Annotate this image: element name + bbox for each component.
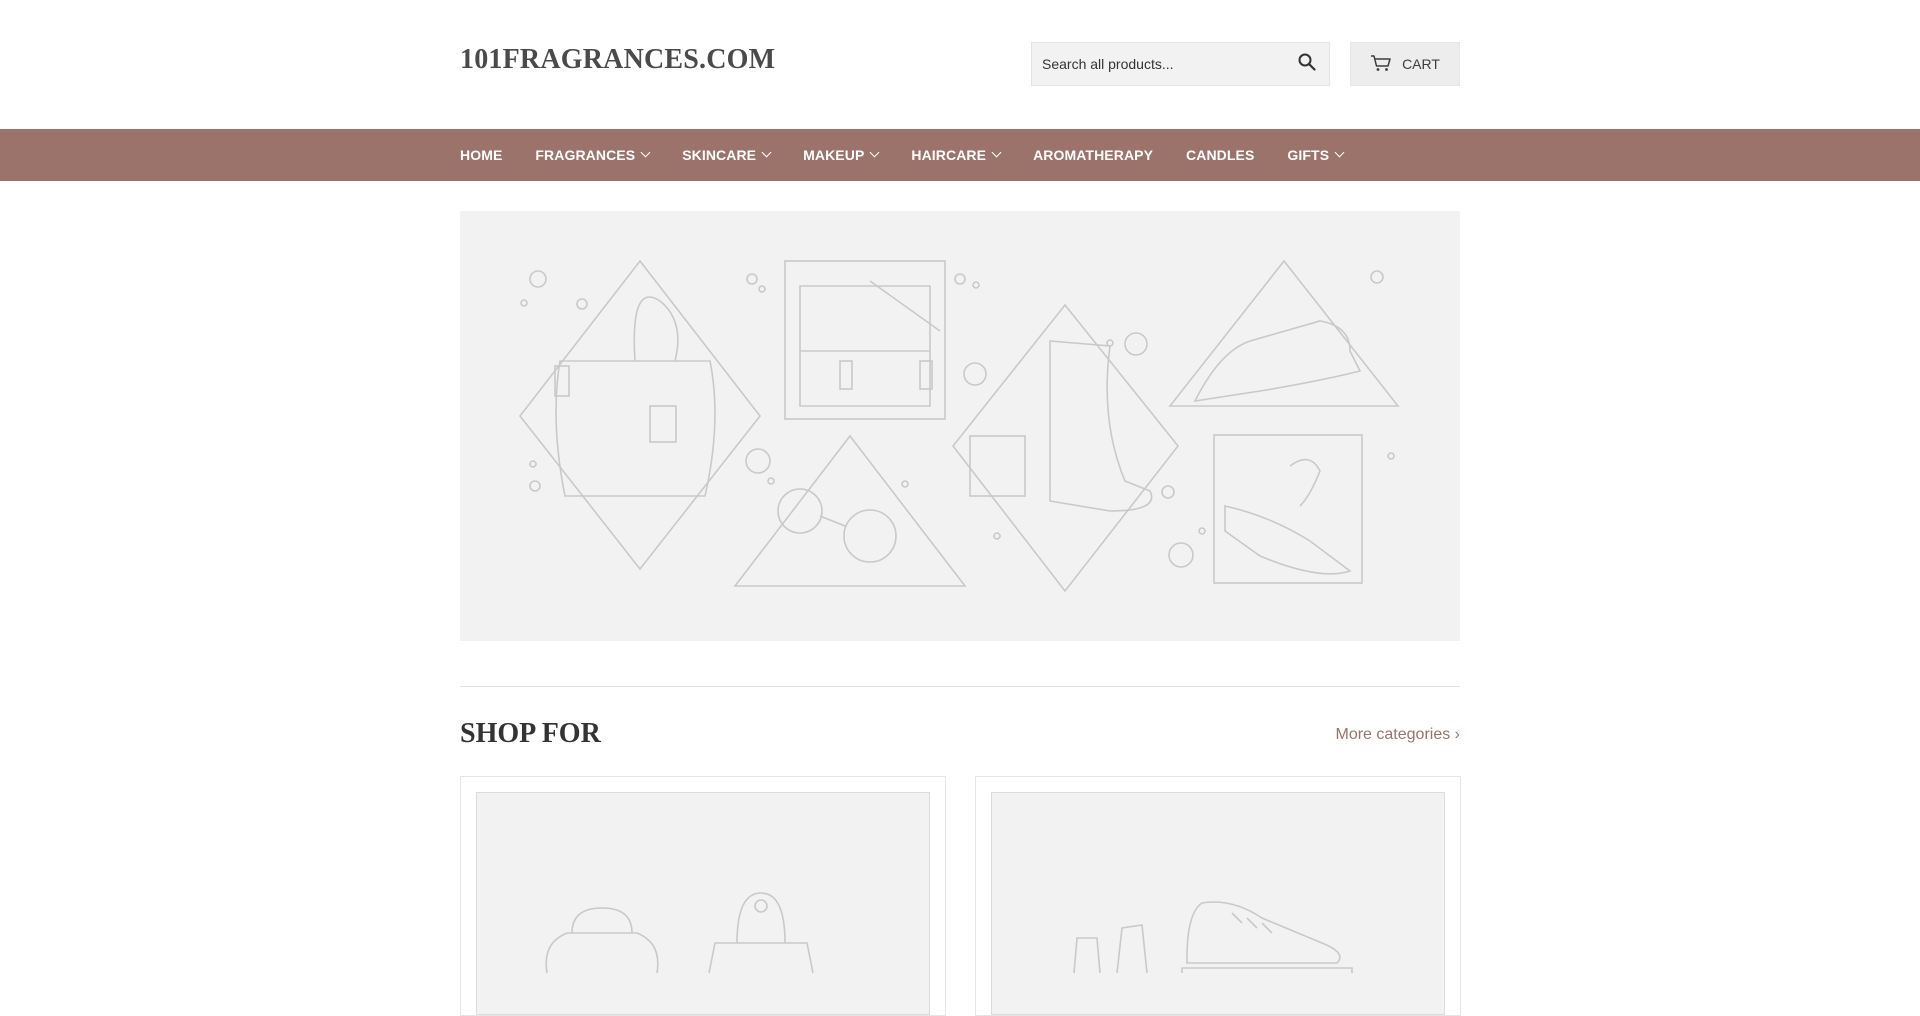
section-title: SHOP FOR — [460, 718, 601, 749]
chevron-down-icon — [991, 147, 1002, 158]
shoes-illustration — [1073, 901, 1353, 974]
nav-item-label: HOME — [460, 147, 503, 163]
search-form — [1031, 42, 1330, 86]
section-divider — [460, 686, 1460, 687]
nav-item-label: MAKEUP — [803, 147, 865, 163]
search-input[interactable] — [1032, 43, 1282, 85]
more-categories-link[interactable]: More categories › — [1336, 726, 1461, 744]
nav-item-label: SKINCARE — [682, 147, 757, 163]
bags-illustration — [545, 892, 814, 974]
category-image-placeholder — [991, 792, 1445, 1015]
nav-item-gifts[interactable]: GIFTS — [1287, 147, 1345, 163]
nav-item-skincare[interactable]: SKINCARE — [682, 147, 772, 163]
search-icon — [1298, 53, 1316, 76]
nav-item-candles[interactable]: CANDLES — [1186, 147, 1254, 163]
site-header: 101FRAGRANCES.COM CART — [0, 0, 1920, 129]
cart-icon — [1370, 54, 1392, 75]
hero-banner-placeholder[interactable] — [460, 211, 1460, 641]
nav-item-label: CANDLES — [1186, 147, 1255, 163]
nav-item-haircare[interactable]: HAIRCARE — [911, 147, 1002, 163]
nav-list: HOME FRAGRANCES SKINCARE MAKEUP HAIRCARE… — [460, 129, 1376, 181]
nav-item-label: FRAGRANCES — [535, 147, 636, 163]
nav-item-makeup[interactable]: MAKEUP — [803, 147, 880, 163]
category-card[interactable] — [975, 776, 1461, 1016]
search-button[interactable] — [1285, 43, 1329, 85]
site-logo[interactable]: 101FRAGRANCES.COM — [460, 44, 775, 76]
hero-illustration — [518, 259, 1400, 593]
nav-item-aromatherapy[interactable]: AROMATHERAPY — [1033, 147, 1153, 163]
nav-item-home[interactable]: HOME — [460, 147, 502, 163]
nav-item-fragrances[interactable]: FRAGRANCES — [535, 147, 651, 163]
nav-item-label: AROMATHERAPY — [1033, 147, 1154, 163]
cart-button[interactable]: CART — [1350, 42, 1460, 86]
nav-item-label: GIFTS — [1287, 147, 1330, 163]
nav-item-label: HAIRCARE — [911, 147, 987, 163]
chevron-down-icon — [761, 147, 772, 158]
cart-label: CART — [1402, 56, 1440, 72]
category-card[interactable] — [460, 776, 946, 1016]
chevron-down-icon — [640, 147, 651, 158]
category-image-placeholder — [476, 792, 930, 1015]
main-nav: HOME FRAGRANCES SKINCARE MAKEUP HAIRCARE… — [0, 129, 1920, 181]
chevron-down-icon — [869, 147, 880, 158]
chevron-down-icon — [1334, 147, 1345, 158]
